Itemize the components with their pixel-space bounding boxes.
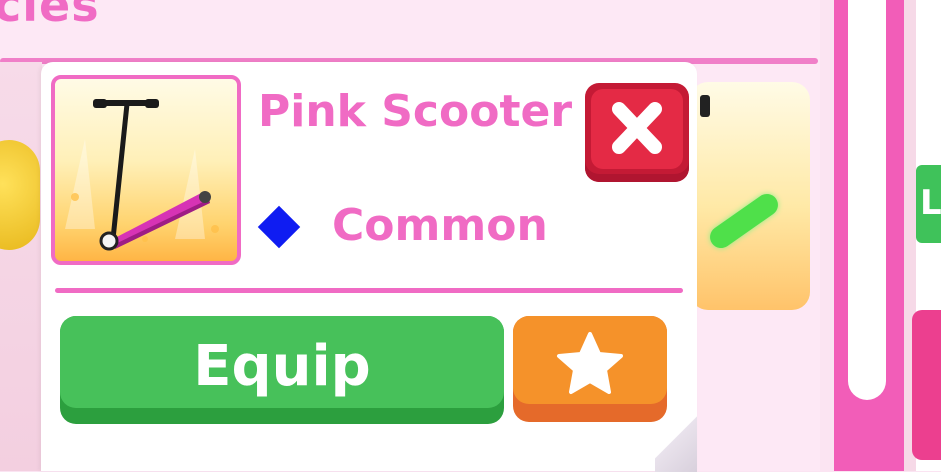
inventory-section-title: cles — [0, 0, 100, 32]
scrollbar-thumb[interactable] — [848, 0, 886, 400]
favorite-button[interactable] — [513, 316, 667, 422]
star-icon — [557, 332, 623, 394]
item-thumbnail — [51, 75, 241, 265]
rarity-label: Common — [332, 200, 548, 251]
favorite-button-face — [513, 316, 667, 404]
popup-corner-fold — [655, 412, 697, 472]
side-green-button-label: L — [920, 183, 941, 223]
close-button[interactable] — [585, 83, 689, 182]
side-green-button[interactable]: L — [916, 165, 941, 243]
item-name: Pink Scooter — [258, 86, 573, 137]
close-button-face — [591, 89, 683, 169]
side-pink-item[interactable] — [912, 310, 941, 460]
popup-divider — [55, 288, 683, 293]
close-x-icon — [612, 102, 662, 154]
inventory-item-card-left[interactable] — [0, 62, 42, 471]
equip-button-label: Equip — [193, 334, 371, 399]
yellow-vehicle-thumbnail — [0, 140, 40, 250]
equip-button[interactable]: Equip — [60, 316, 504, 424]
scooter-icon — [65, 99, 219, 251]
vehicle-handle-thumbnail — [700, 95, 710, 117]
